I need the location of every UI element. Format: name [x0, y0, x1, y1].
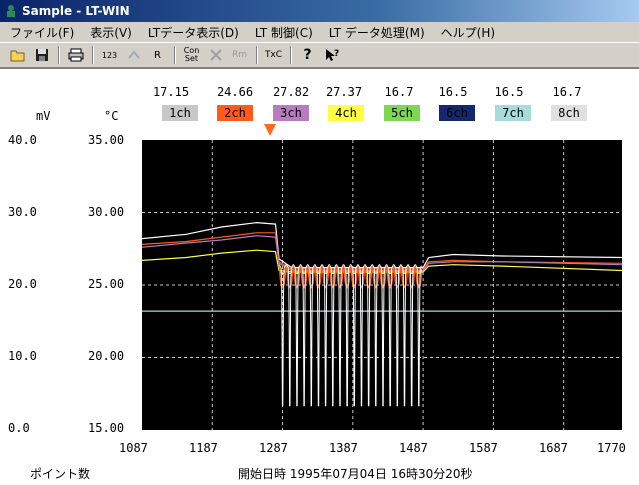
save-icon — [35, 49, 48, 61]
ch1-badge[interactable]: 1ch — [162, 105, 198, 121]
ch6-value: 16.5 — [438, 85, 468, 99]
condition-set-icon: Con Set — [184, 47, 200, 63]
y-left-tick: 20.0 — [8, 277, 37, 291]
series-line-2ch — [141, 232, 623, 270]
y-right-tick: 25.00 — [88, 277, 125, 291]
series-oscillation-2ch — [278, 266, 423, 289]
series-line-1ch — [141, 221, 623, 269]
y-left-tick: 30.0 — [8, 205, 37, 219]
svg-text:?: ? — [334, 49, 339, 59]
ch8-value: 16.7 — [552, 85, 582, 99]
toolbar-separator — [92, 46, 94, 64]
ch7-value: 16.5 — [494, 85, 524, 99]
title-bar: Sample - LT-WIN — [0, 0, 639, 22]
menu-lt-control[interactable]: LT 制御(C) — [249, 23, 319, 42]
thermocouple-icon: TxC — [264, 50, 283, 60]
ch1-value: 17.15 — [152, 85, 190, 99]
x-tick: 1087 — [119, 441, 148, 455]
thermocouple-button[interactable]: TxC — [262, 44, 285, 66]
y-left-tick: 0.0 — [8, 421, 30, 435]
x-tick: 1687 — [539, 441, 568, 455]
menu-file[interactable]: ファイル(F) — [4, 23, 80, 42]
menu-lt-data-processing[interactable]: LT データ処理(M) — [323, 23, 431, 42]
x-tick: 1187 — [189, 441, 218, 455]
y-right-tick: 35.00 — [88, 133, 125, 147]
save-button[interactable] — [30, 44, 53, 66]
remote-button[interactable] — [122, 44, 145, 66]
ch5-value: 16.7 — [384, 85, 414, 99]
r-button[interactable]: R — [146, 44, 169, 66]
context-help-button[interactable]: ? — [320, 44, 343, 66]
ch2-badge[interactable]: 2ch — [217, 105, 253, 121]
y-right-tick: 15.00 — [88, 421, 125, 435]
ch6-badge[interactable]: 6ch — [439, 105, 475, 121]
counter-button[interactable]: 123 — [98, 44, 121, 66]
set-label: Set — [184, 54, 199, 63]
ch5-badge[interactable]: 5ch — [384, 105, 420, 121]
menu-lt-data-display[interactable]: LTデータ表示(D) — [142, 23, 245, 42]
window-title: Sample - LT-WIN — [22, 4, 130, 18]
y-right-tick: 30.00 — [88, 205, 125, 219]
print-button[interactable] — [64, 44, 87, 66]
toolbar-separator — [256, 46, 258, 64]
y-left-tick: 10.0 — [8, 349, 37, 363]
rm-label: Rm — [231, 50, 248, 60]
y-left-tick: 40.0 — [8, 133, 37, 147]
x-axis-name: ポイント数 — [30, 467, 91, 481]
ch4-value: 27.37 — [325, 85, 363, 99]
folder-open-icon — [10, 50, 24, 62]
repeat-measure-icon — [209, 49, 222, 61]
x-tick: 1587 — [469, 441, 498, 455]
toolbar-separator — [290, 46, 292, 64]
x-tick: 1387 — [329, 441, 358, 455]
series-oscillation-1ch — [278, 264, 423, 407]
ch8-badge[interactable]: 8ch — [551, 105, 587, 121]
cursor-marker[interactable] — [264, 124, 276, 136]
condition-set-button[interactable]: Con Set — [180, 44, 203, 66]
y-right-tick: 20.00 — [88, 349, 125, 363]
x-tick: 1770 — [597, 441, 626, 455]
menu-bar: ファイル(F) 表示(V) LTデータ表示(D) LT 制御(C) LT データ… — [0, 22, 639, 42]
main-view: 17.15 24.66 27.82 27.37 16.7 16.5 16.5 1… — [0, 68, 639, 485]
menu-help[interactable]: ヘルプ(H) — [435, 23, 501, 42]
ch3-value: 27.82 — [272, 85, 310, 99]
plot-area[interactable] — [141, 140, 623, 430]
r-label: R — [154, 49, 161, 61]
context-help-icon: ? — [325, 49, 339, 61]
series-line-3ch — [141, 235, 623, 272]
toolbar-separator — [58, 46, 60, 64]
repeat-measure-button[interactable] — [204, 44, 227, 66]
ch2-value: 24.66 — [216, 85, 254, 99]
toolbar: 123 R Con Set Rm TxC ? ? — [0, 42, 639, 68]
help-icon: ? — [303, 47, 312, 63]
help-button[interactable]: ? — [296, 44, 319, 66]
ch3-badge[interactable]: 3ch — [273, 105, 309, 121]
rm-button[interactable]: Rm — [228, 44, 251, 66]
mv-unit-label: mV — [36, 109, 51, 123]
start-time: 開始日時 1995年07月04日 16時30分20秒 — [238, 467, 473, 481]
ch4-badge[interactable]: 4ch — [328, 105, 364, 121]
print-icon — [68, 48, 83, 62]
app-icon — [7, 5, 15, 17]
x-tick: 1287 — [259, 441, 288, 455]
celsius-unit-label: °C — [104, 109, 119, 123]
chart-svg — [141, 140, 623, 430]
open-button[interactable] — [6, 44, 29, 66]
ch7-badge[interactable]: 7ch — [495, 105, 531, 121]
menu-view[interactable]: 表示(V) — [84, 23, 138, 42]
remote-icon — [127, 50, 140, 59]
counter-icon: 123 — [101, 50, 118, 60]
x-tick: 1487 — [399, 441, 428, 455]
toolbar-separator — [174, 46, 176, 64]
